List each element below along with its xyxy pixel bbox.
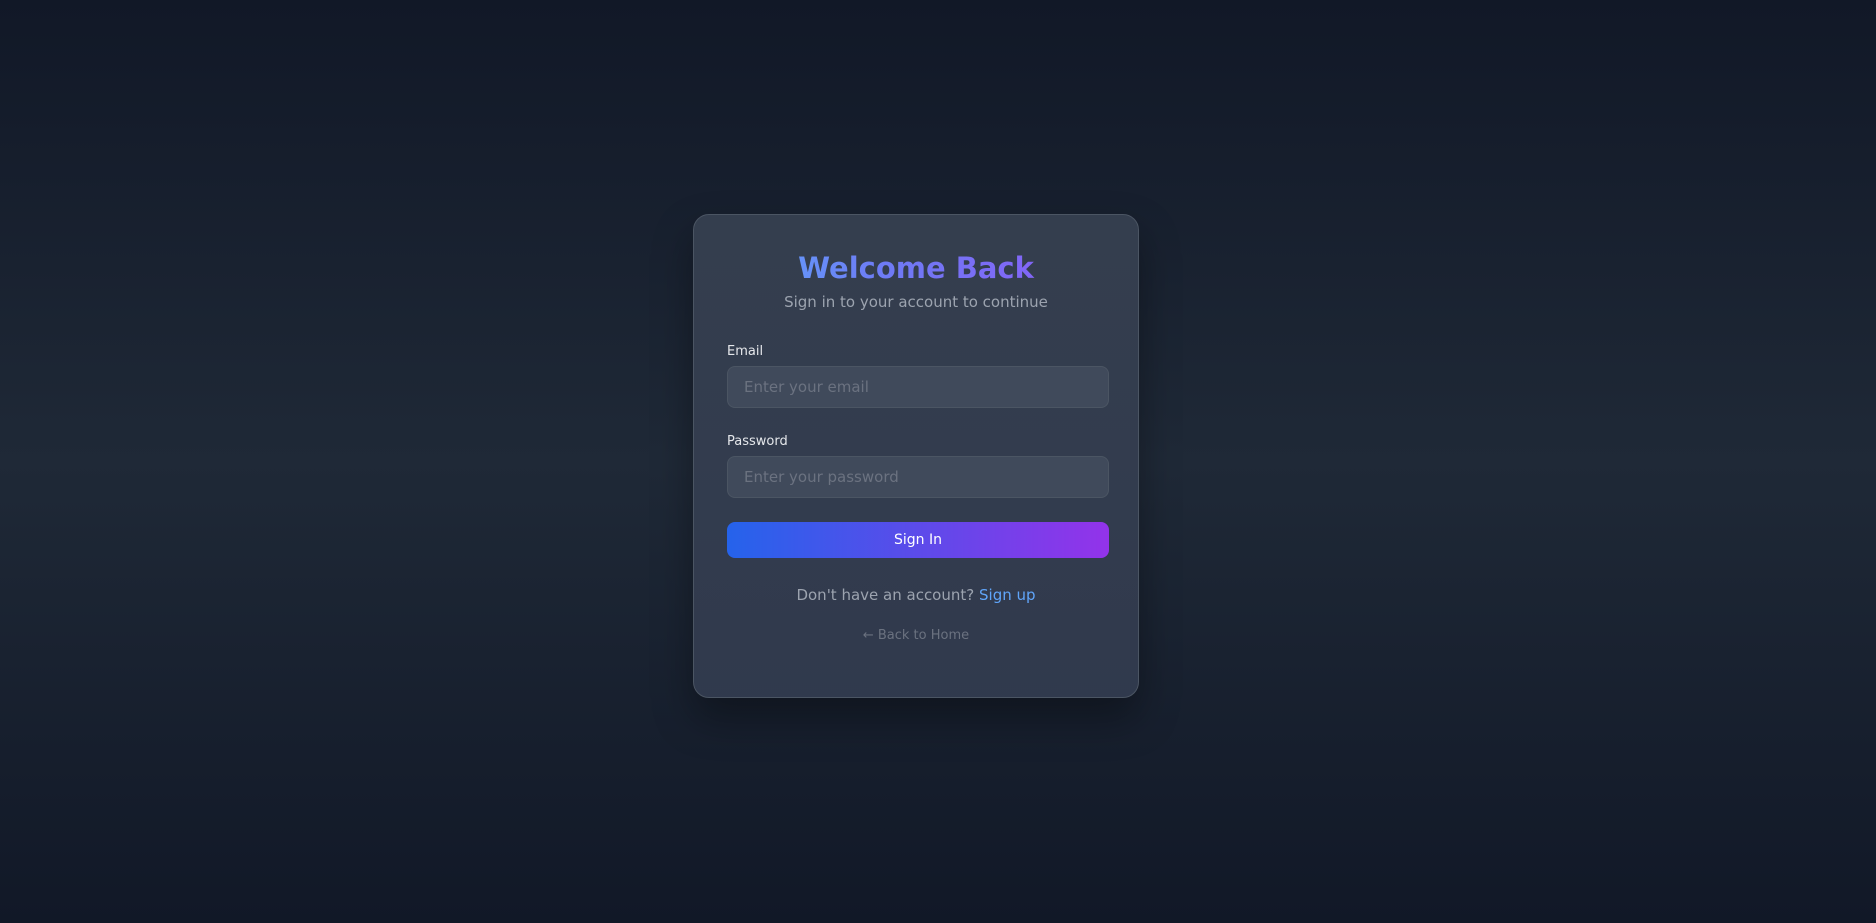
sign-up-link[interactable]: Sign up [979, 586, 1036, 604]
email-field[interactable] [727, 366, 1109, 408]
password-label: Password [727, 434, 788, 449]
back-to-home-link[interactable]: ← Back to Home [727, 628, 1105, 643]
page-subtitle: Sign in to your account to continue [784, 293, 1048, 311]
login-card: Welcome Back Sign in to your account to … [693, 214, 1139, 698]
signup-prompt: Don't have an account? Sign up [727, 586, 1105, 604]
email-label: Email [727, 344, 764, 359]
sign-in-button[interactable]: Sign In [727, 522, 1109, 558]
password-field[interactable] [727, 456, 1109, 498]
signup-prompt-text: Don't have an account? [796, 586, 975, 604]
page-title: Welcome Back [727, 249, 1105, 287]
